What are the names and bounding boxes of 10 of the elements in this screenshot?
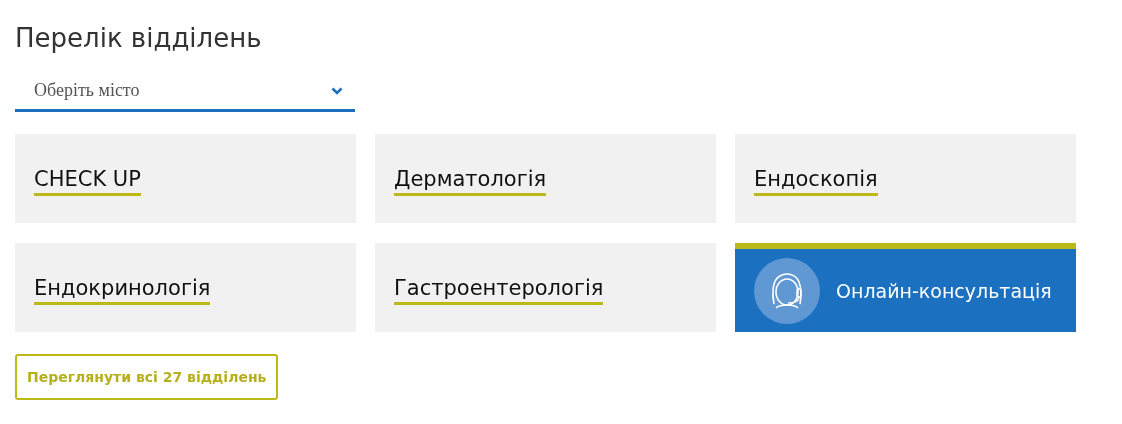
headset-person-icon [754, 257, 820, 324]
city-select[interactable]: Оберіть місто [15, 72, 355, 112]
department-card[interactable]: Ендоскопія [735, 134, 1076, 223]
chevron-down-icon [331, 86, 343, 95]
online-consultation-card[interactable]: Онлайн-консультація [735, 243, 1076, 332]
page-title: Перелік відділень [15, 22, 263, 55]
department-card[interactable]: Ендокринологія [15, 243, 356, 332]
department-card[interactable]: Гастроентерологія [375, 243, 716, 332]
department-card[interactable]: Дерматологія [375, 134, 716, 223]
department-card[interactable]: CHECK UP [15, 134, 356, 223]
